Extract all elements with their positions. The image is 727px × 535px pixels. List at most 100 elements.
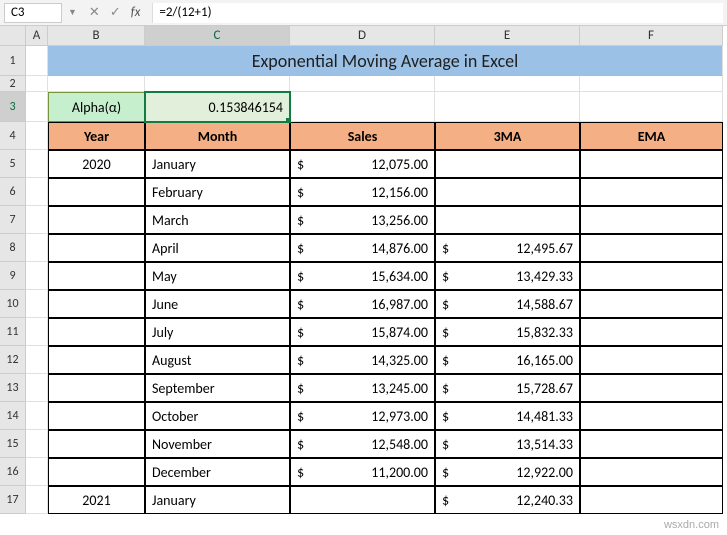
cell-year[interactable] bbox=[48, 234, 145, 262]
col-header-E[interactable]: E bbox=[435, 26, 580, 46]
cell[interactable] bbox=[26, 290, 48, 318]
alpha-value[interactable]: 0.153846154 bbox=[145, 92, 290, 122]
row-header-17[interactable]: 17 bbox=[0, 486, 26, 514]
cell-3ma[interactable]: $12,240.33 bbox=[435, 486, 580, 514]
cells-area[interactable]: Exponential Moving Average in Excel Alpha… bbox=[26, 46, 723, 514]
cell-ema[interactable] bbox=[580, 486, 723, 514]
fx-icon[interactable]: fx bbox=[131, 5, 141, 20]
cell-year[interactable] bbox=[48, 430, 145, 458]
cell[interactable] bbox=[26, 486, 48, 514]
cell[interactable] bbox=[435, 92, 580, 122]
enter-icon[interactable]: ✓ bbox=[110, 5, 121, 20]
cell[interactable] bbox=[26, 206, 48, 234]
cell[interactable] bbox=[26, 458, 48, 486]
cell-3ma[interactable]: $14,481.33 bbox=[435, 402, 580, 430]
cell-sales[interactable]: $15,874.00 bbox=[290, 318, 435, 346]
header-ema[interactable]: EMA bbox=[580, 122, 723, 150]
cell-sales[interactable] bbox=[290, 486, 435, 514]
cell[interactable] bbox=[26, 318, 48, 346]
cell-month[interactable]: March bbox=[145, 206, 290, 234]
row-header-11[interactable]: 11 bbox=[0, 318, 26, 346]
cell-sales[interactable]: $13,256.00 bbox=[290, 206, 435, 234]
cell[interactable] bbox=[580, 92, 723, 122]
cell-year[interactable] bbox=[48, 262, 145, 290]
cell[interactable] bbox=[145, 76, 290, 92]
cell-sales[interactable]: $16,987.00 bbox=[290, 290, 435, 318]
col-header-F[interactable]: F bbox=[580, 26, 723, 46]
fill-handle[interactable] bbox=[286, 118, 290, 122]
cell-sales[interactable]: $12,973.00 bbox=[290, 402, 435, 430]
alpha-label[interactable]: Alpha(α) bbox=[48, 92, 145, 122]
cell-3ma[interactable]: $16,165.00 bbox=[435, 346, 580, 374]
row-header-13[interactable]: 13 bbox=[0, 374, 26, 402]
row-header-10[interactable]: 10 bbox=[0, 290, 26, 318]
col-header-A[interactable]: A bbox=[26, 26, 48, 46]
cell[interactable] bbox=[26, 92, 48, 122]
cell-ema[interactable] bbox=[580, 318, 723, 346]
cell-month[interactable]: June bbox=[145, 290, 290, 318]
cell-ema[interactable] bbox=[580, 150, 723, 178]
cell-year[interactable] bbox=[48, 402, 145, 430]
row-header-12[interactable]: 12 bbox=[0, 346, 26, 374]
header-month[interactable]: Month bbox=[145, 122, 290, 150]
cell-month[interactable]: October bbox=[145, 402, 290, 430]
cell-ema[interactable] bbox=[580, 234, 723, 262]
cell-ema[interactable] bbox=[580, 402, 723, 430]
cell[interactable] bbox=[26, 178, 48, 206]
cell-sales[interactable]: $15,634.00 bbox=[290, 262, 435, 290]
cell-month[interactable]: April bbox=[145, 234, 290, 262]
cell[interactable] bbox=[26, 402, 48, 430]
row-header-16[interactable]: 16 bbox=[0, 458, 26, 486]
cell-sales[interactable]: $14,325.00 bbox=[290, 346, 435, 374]
row-header-1[interactable]: 1 bbox=[0, 46, 26, 76]
formula-input[interactable]: =2/(12+1) bbox=[152, 3, 723, 23]
cell-sales[interactable]: $12,548.00 bbox=[290, 430, 435, 458]
cell-month[interactable]: July bbox=[145, 318, 290, 346]
cell[interactable] bbox=[26, 76, 48, 92]
cell-3ma[interactable] bbox=[435, 206, 580, 234]
cell-month[interactable]: November bbox=[145, 430, 290, 458]
cell[interactable] bbox=[26, 122, 48, 150]
cell-3ma[interactable]: $13,429.33 bbox=[435, 262, 580, 290]
cell-year[interactable] bbox=[48, 318, 145, 346]
cell-3ma[interactable]: $14,588.67 bbox=[435, 290, 580, 318]
cell-year[interactable] bbox=[48, 458, 145, 486]
cell[interactable] bbox=[435, 76, 580, 92]
cell-3ma[interactable]: $15,728.67 bbox=[435, 374, 580, 402]
cell-sales[interactable]: $13,245.00 bbox=[290, 374, 435, 402]
cell-ema[interactable] bbox=[580, 346, 723, 374]
cell[interactable] bbox=[26, 150, 48, 178]
cell-ema[interactable] bbox=[580, 430, 723, 458]
row-header-9[interactable]: 9 bbox=[0, 262, 26, 290]
cell-year[interactable] bbox=[48, 206, 145, 234]
name-box[interactable]: C3 bbox=[4, 3, 62, 23]
row-header-3[interactable]: 3 bbox=[0, 92, 26, 122]
cell-year[interactable]: 2020 bbox=[48, 150, 145, 178]
row-header-2[interactable]: 2 bbox=[0, 76, 26, 92]
row-header-5[interactable]: 5 bbox=[0, 150, 26, 178]
row-header-7[interactable]: 7 bbox=[0, 206, 26, 234]
cell-sales[interactable]: $14,876.00 bbox=[290, 234, 435, 262]
cell-ema[interactable] bbox=[580, 262, 723, 290]
cell-year[interactable] bbox=[48, 178, 145, 206]
cell-month[interactable]: August bbox=[145, 346, 290, 374]
col-header-D[interactable]: D bbox=[290, 26, 435, 46]
cell-month[interactable]: January bbox=[145, 486, 290, 514]
row-header-6[interactable]: 6 bbox=[0, 178, 26, 206]
cell[interactable] bbox=[26, 346, 48, 374]
cell[interactable] bbox=[580, 76, 723, 92]
header-year[interactable]: Year bbox=[48, 122, 145, 150]
cell-3ma[interactable]: $12,922.00 bbox=[435, 458, 580, 486]
cell-sales[interactable]: $12,075.00 bbox=[290, 150, 435, 178]
cell[interactable] bbox=[26, 234, 48, 262]
cell-year[interactable] bbox=[48, 290, 145, 318]
cell-3ma[interactable]: $13,514.33 bbox=[435, 430, 580, 458]
cell-month[interactable]: January bbox=[145, 150, 290, 178]
cell-year[interactable]: 2021 bbox=[48, 486, 145, 514]
col-header-C[interactable]: C bbox=[145, 26, 290, 46]
cell[interactable] bbox=[26, 374, 48, 402]
cell-ema[interactable] bbox=[580, 206, 723, 234]
cell-sales[interactable]: $12,156.00 bbox=[290, 178, 435, 206]
cell[interactable] bbox=[48, 76, 145, 92]
page-title[interactable]: Exponential Moving Average in Excel bbox=[48, 46, 723, 76]
